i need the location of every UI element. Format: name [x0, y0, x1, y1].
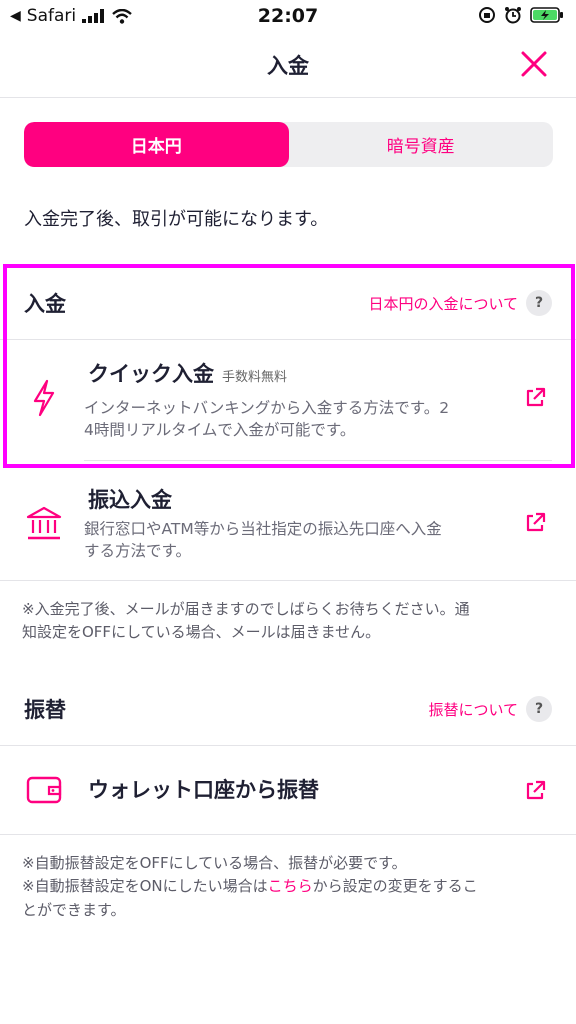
page-title: 入金	[267, 54, 309, 78]
quick-deposit-row[interactable]: クイック入金 手数料無料 インターネットバンキングから入金する方法です。2 4時間…	[0, 340, 576, 462]
row-divider	[0, 834, 576, 835]
rotation-lock-icon	[479, 7, 495, 23]
external-link-icon	[526, 780, 546, 800]
tab-crypto[interactable]: 暗号資産	[289, 122, 554, 167]
transfer-help-label: 振替について	[428, 700, 518, 719]
deposit-help-label: 日本円の入金について	[368, 294, 518, 313]
quick-deposit-description: インターネットバンキングから入金する方法です。2 4時間リアルタイムで入金が可能…	[84, 397, 504, 442]
lightning-icon	[22, 376, 66, 420]
deposit-help-link[interactable]: 日本円の入金について ?	[368, 290, 552, 316]
quick-deposit-desc-line2: 4時間リアルタイムで入金が可能です。	[84, 421, 356, 440]
transfer-footnote-line2-post: から設定の変更をするこ	[312, 877, 478, 896]
wallet-transfer-title: ウォレット口座から振替	[88, 778, 319, 802]
quick-deposit-title-text: クイック入金	[88, 362, 214, 386]
row-divider	[0, 580, 576, 581]
transfer-footnote-line2-pre: ※自動振替設定をONにしたい場合は	[22, 877, 268, 896]
deposit-section-header: 入金 日本円の入金について ?	[0, 266, 576, 340]
bank-transfer-desc-line2: する方法です。	[84, 542, 191, 561]
fee-free-badge: 手数料無料	[222, 370, 288, 385]
transfer-help-link[interactable]: 振替について ?	[428, 696, 552, 722]
deposit-footnote-line2: 知設定をOFFにしている場合、メールは届きません。	[22, 623, 381, 642]
bank-icon	[22, 502, 66, 546]
transfer-footnote-line2: ※自動振替設定をONにしたい場合はこちらから設定の変更をするこ	[22, 875, 557, 898]
transfer-footnote-line1: ※自動振替設定をOFFにしている場合、振替が必要です。	[22, 854, 407, 872]
deposit-footnote: ※入金完了後、メールが届きますのでしばらくお待ちください。通 知設定をOFFにし…	[22, 598, 557, 645]
transfer-footnote: ※自動振替設定をOFFにしている場合、振替が必要です。 ※自動振替設定をONにし…	[22, 852, 557, 922]
quick-deposit-desc-line1: インターネットバンキングから入金する方法です。2	[84, 399, 450, 417]
bank-transfer-desc-line1: 銀行窓口やATM等から当社指定の振込先口座へ入金	[84, 520, 442, 538]
deposit-section-title: 入金	[24, 292, 66, 316]
battery-icon	[530, 7, 563, 23]
tab-jpy[interactable]: 日本円	[24, 122, 289, 167]
wallet-icon	[22, 768, 66, 812]
bank-transfer-description: 銀行窓口やATM等から当社指定の振込先口座へ入金 する方法です。	[84, 518, 504, 563]
settings-link[interactable]: こちら	[268, 877, 313, 895]
quick-deposit-title: クイック入金 手数料無料	[88, 358, 287, 388]
transfer-footnote-line3: とができます。	[22, 900, 126, 919]
status-right	[478, 6, 564, 24]
close-icon[interactable]	[518, 48, 550, 80]
deposit-notice: 入金完了後、取引が可能になります。	[24, 209, 329, 230]
bank-transfer-row[interactable]: 振込入金 銀行窓口やATM等から当社指定の振込先口座へ入金 する方法です。	[0, 472, 576, 582]
external-link-icon	[526, 512, 546, 532]
bank-transfer-title: 振込入金	[88, 488, 172, 512]
alarm-icon	[505, 7, 521, 24]
external-link-icon	[526, 387, 546, 407]
deposit-footnote-line1: ※入金完了後、メールが届きますのでしばらくお待ちください。通	[22, 600, 470, 618]
help-icon: ?	[526, 290, 552, 316]
help-icon: ?	[526, 696, 552, 722]
nav-bar: 入金	[0, 34, 576, 98]
transfer-section-title: 振替	[24, 698, 66, 722]
currency-tabs: 日本円 暗号資産	[24, 122, 553, 167]
wallet-transfer-row[interactable]: ウォレット口座から振替	[0, 746, 576, 834]
status-bar: ◀ Safari 22:07	[0, 0, 576, 34]
transfer-section-header: 振替 振替について ?	[0, 672, 576, 746]
row-divider	[84, 460, 552, 461]
